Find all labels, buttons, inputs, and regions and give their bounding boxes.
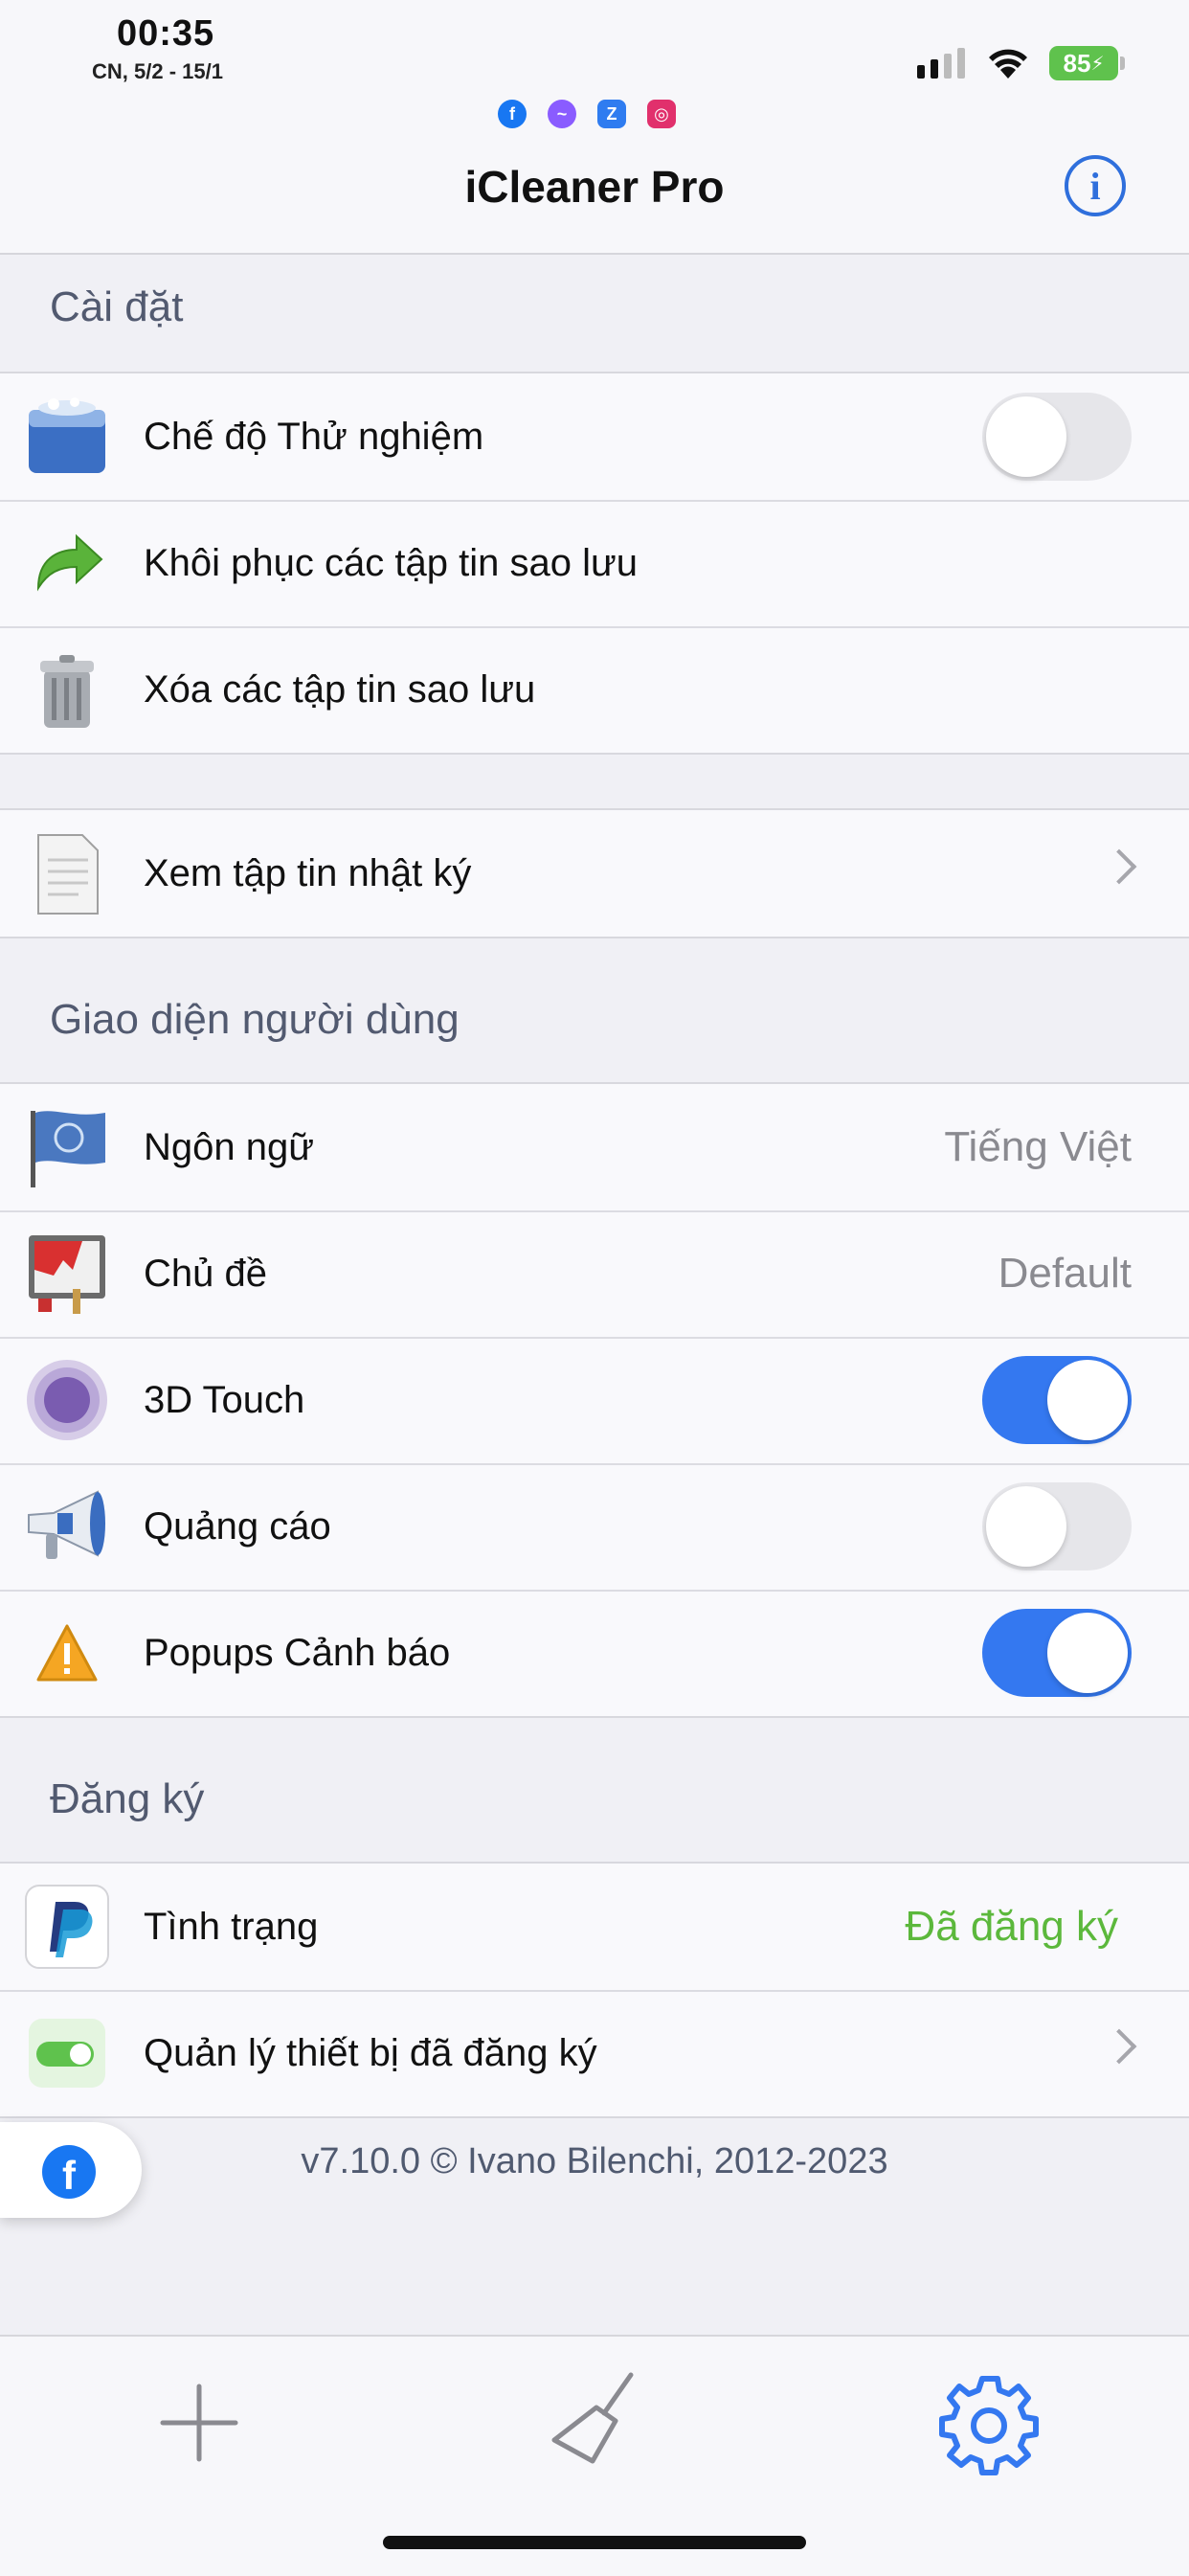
row-status[interactable]: Tình trạng Đã đăng ký	[0, 1864, 1189, 1990]
info-icon[interactable]: i	[1065, 155, 1126, 216]
3d-touch-toggle[interactable]	[982, 1356, 1132, 1444]
floating-facebook-button[interactable]: f	[0, 2122, 142, 2218]
broom-icon[interactable]	[537, 2365, 652, 2480]
theme-value: Default	[998, 1250, 1132, 1297]
warning-icon	[36, 1624, 98, 1682]
restore-arrow-icon	[36, 533, 103, 592]
toggle-knob	[986, 1486, 1066, 1567]
chevron-right-icon	[1101, 848, 1137, 885]
row-ads[interactable]: Quảng cáo	[0, 1463, 1189, 1590]
wifi-icon	[989, 49, 1027, 79]
row-restore-backups[interactable]: Khôi phục các tập tin sao lưu	[0, 500, 1189, 626]
row-label: Popups Cảnh báo	[144, 1632, 451, 1674]
row-delete-backups[interactable]: Xóa các tập tin sao lưu	[0, 626, 1189, 753]
touch-icon	[27, 1360, 107, 1440]
battery-icon: 85 ⚡	[1049, 46, 1118, 80]
status-date: CN, 5/2 - 15/1	[92, 59, 223, 83]
nav-bar: iCleaner Pro i	[0, 144, 1189, 255]
messenger-notification-icon: ~	[548, 100, 576, 128]
row-theme[interactable]: Chủ đề Default	[0, 1210, 1189, 1337]
toggle-knob	[1047, 1613, 1128, 1693]
home-indicator	[383, 2536, 806, 2549]
facebook-notification-icon: f	[498, 100, 527, 128]
section-header-settings: Cài đặt	[50, 283, 184, 330]
status-bar: 00:35 CN, 5/2 - 15/1 f ~ Z ◎ 85 ⚡	[0, 0, 1189, 144]
toggle-knob	[1047, 1360, 1128, 1440]
paypal-icon	[25, 1885, 109, 1969]
battery-level: 85	[1063, 48, 1091, 78]
row-label: Quản lý thiết bị đã đăng ký	[144, 2032, 597, 2074]
flag-icon	[31, 1111, 105, 1187]
facebook-icon: f	[42, 2145, 96, 2199]
version-text: v7.10.0 © Ivano Bilenchi, 2012-2023	[301, 2141, 888, 2181]
warning-popups-toggle[interactable]	[982, 1609, 1132, 1697]
notification-icons: f ~ Z ◎	[498, 100, 676, 128]
row-3d-touch[interactable]: 3D Touch	[0, 1337, 1189, 1463]
megaphone-icon	[28, 1490, 105, 1559]
ads-toggle[interactable]	[982, 1482, 1132, 1570]
switch-icon	[29, 2019, 105, 2088]
washer-icon	[29, 397, 105, 473]
row-label: 3D Touch	[144, 1379, 305, 1421]
row-language[interactable]: Ngôn ngữ Tiếng Việt	[0, 1084, 1189, 1210]
zalo-notification-icon: Z	[597, 100, 626, 128]
paint-icon	[29, 1235, 105, 1314]
section-header-registration: Đăng ký	[50, 1775, 205, 1822]
add-icon[interactable]	[142, 2365, 257, 2480]
row-label: Quảng cáo	[144, 1505, 331, 1548]
cellular-signal-icon	[917, 48, 965, 79]
test-mode-toggle[interactable]	[982, 393, 1132, 481]
language-value: Tiếng Việt	[944, 1123, 1132, 1170]
gear-icon[interactable]	[932, 2365, 1047, 2480]
ui-group: Ngôn ngữ Tiếng Việt Chủ đề Default 3D To…	[0, 1082, 1189, 1718]
row-label: Xem tập tin nhật ký	[144, 852, 472, 894]
row-label: Chủ đề	[144, 1253, 267, 1295]
row-label: Ngôn ngữ	[144, 1126, 315, 1168]
settings-group: Chế độ Thử nghiệm Khôi phục các tập tin …	[0, 372, 1189, 755]
row-label: Chế độ Thử nghiệm	[144, 416, 484, 458]
battery-tip	[1120, 56, 1125, 70]
trash-can-icon	[40, 655, 94, 728]
status-time: 00:35	[117, 13, 215, 54]
row-manage-devices[interactable]: Quản lý thiết bị đã đăng ký	[0, 1990, 1189, 2116]
instagram-notification-icon: ◎	[647, 100, 676, 128]
document-icon	[37, 834, 99, 915]
page-title: iCleaner Pro	[464, 162, 725, 212]
row-label: Khôi phục các tập tin sao lưu	[144, 542, 638, 584]
section-header-ui: Giao diện người dùng	[50, 996, 460, 1043]
row-label: Tình trạng	[144, 1906, 319, 1948]
row-test-mode[interactable]: Chế độ Thử nghiệm	[0, 373, 1189, 500]
row-view-logs[interactable]: Xem tập tin nhật ký	[0, 810, 1189, 937]
row-warning-popups[interactable]: Popups Cảnh báo	[0, 1590, 1189, 1716]
registration-group: Tình trạng Đã đăng ký Quản lý thiết bị đ…	[0, 1862, 1189, 2118]
toggle-knob	[986, 396, 1066, 477]
logs-group: Xem tập tin nhật ký	[0, 808, 1189, 938]
row-label: Xóa các tập tin sao lưu	[144, 668, 536, 711]
registration-status-value: Đã đăng ký	[905, 1903, 1118, 1950]
chevron-right-icon	[1101, 2028, 1137, 2065]
